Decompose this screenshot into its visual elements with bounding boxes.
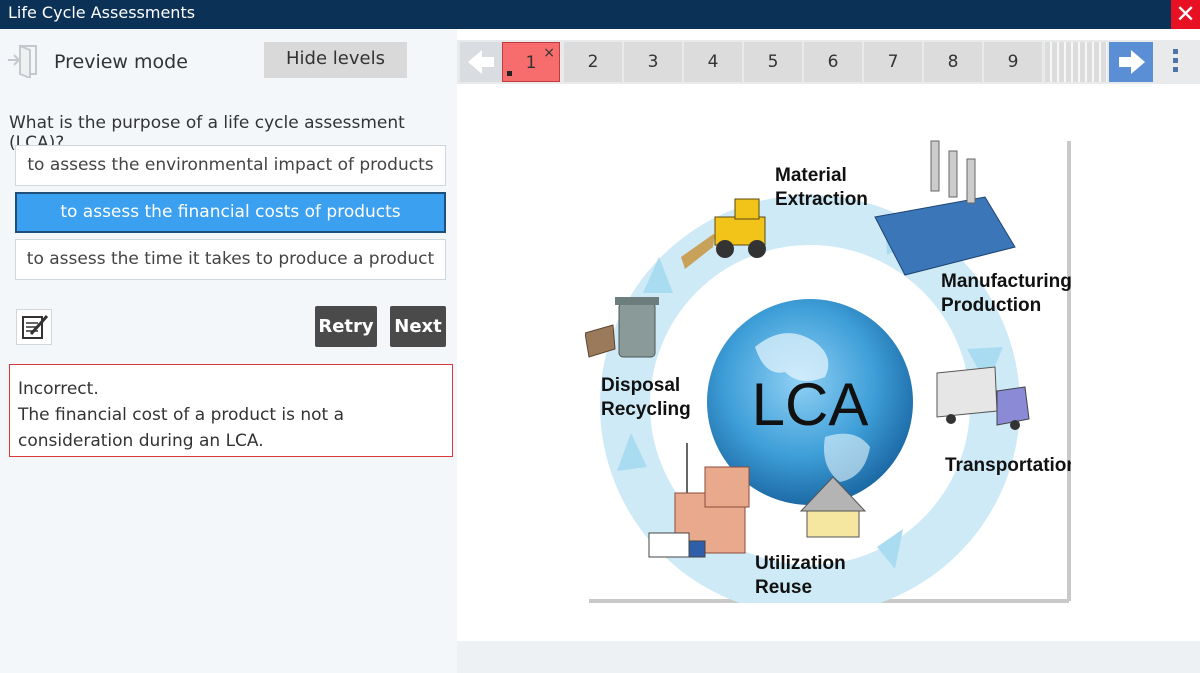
stage-label-material-2: Extraction (775, 189, 868, 210)
tab-close-icon[interactable]: × (543, 33, 555, 73)
notepad-icon (22, 315, 49, 339)
tab-question-4[interactable]: 4 (684, 42, 742, 82)
arrow-right-icon (1119, 50, 1145, 74)
hide-levels-button[interactable]: Hide levels (264, 42, 407, 78)
tab-question-9[interactable]: 9 (984, 42, 1042, 82)
tab-question-3[interactable]: 3 (624, 42, 682, 82)
content-panel: 1 × 2 3 4 5 6 7 8 9 LCA Material Extract… (457, 29, 1200, 673)
tab-question-1[interactable]: 1 × (502, 42, 560, 82)
factory-icon (874, 140, 1016, 276)
stage-label-manufacturing-1: Manufacturing (941, 271, 1071, 292)
feedback-box: Incorrect. The financial cost of a produ… (9, 364, 453, 457)
arrow-left-icon (468, 50, 494, 74)
next-button[interactable]: Next (390, 306, 446, 347)
stage-label-disposal-1: Disposal (601, 375, 680, 396)
answer-option-2[interactable]: to assess the financial costs of product… (15, 192, 446, 233)
retry-button[interactable]: Retry (315, 306, 377, 347)
more-tabs-indicator (1045, 42, 1107, 82)
window-title: Life Cycle Assessments (8, 3, 196, 22)
feedback-status: Incorrect. (18, 379, 99, 399)
previous-button[interactable] (460, 42, 502, 82)
stage-label-utilization-2: Reuse (755, 577, 812, 598)
tab-question-8[interactable]: 8 (924, 42, 982, 82)
close-button[interactable]: ✕ (1171, 0, 1200, 29)
stage-label-material-1: Material (775, 165, 847, 186)
tab-question-6[interactable]: 6 (804, 42, 862, 82)
close-icon: ✕ (1175, 0, 1196, 28)
answer-option-3[interactable]: to assess the time it takes to produce a… (15, 239, 446, 280)
stage-label-disposal-2: Recycling (601, 399, 691, 420)
bottom-bar (457, 641, 1200, 673)
feedback-message: The financial cost of a product is not a… (18, 405, 345, 451)
exit-preview-icon[interactable] (6, 42, 40, 78)
stage-label-manufacturing-2: Production (941, 295, 1041, 316)
question-panel: Preview mode Hide levels What is the pur… (0, 29, 457, 673)
stage-label-utilization-1: Utilization (755, 553, 846, 574)
title-bar: Life Cycle Assessments ✕ (0, 0, 1200, 29)
tab-marker (507, 71, 512, 76)
tab-question-7[interactable]: 7 (864, 42, 922, 82)
question-image-area: LCA Material Extraction Manufacturing Pr… (457, 85, 1200, 640)
lca-center-label: LCA (752, 371, 869, 438)
notepad-button[interactable] (16, 309, 52, 345)
more-options-icon[interactable] (1170, 49, 1180, 79)
stage-label-transportation-1: Transportation (945, 455, 1071, 476)
tab-label: 1 (525, 53, 537, 73)
recycling-bin-icon (585, 297, 659, 358)
answer-option-1[interactable]: to assess the environmental impact of pr… (15, 145, 446, 186)
lca-diagram: LCA Material Extraction Manufacturing Pr… (585, 140, 1071, 603)
preview-mode-label: Preview mode (54, 51, 188, 73)
tab-question-5[interactable]: 5 (744, 42, 802, 82)
question-nav: 1 × 2 3 4 5 6 7 8 9 (457, 40, 1200, 84)
next-question-button[interactable] (1109, 42, 1153, 82)
tab-question-2[interactable]: 2 (564, 42, 622, 82)
